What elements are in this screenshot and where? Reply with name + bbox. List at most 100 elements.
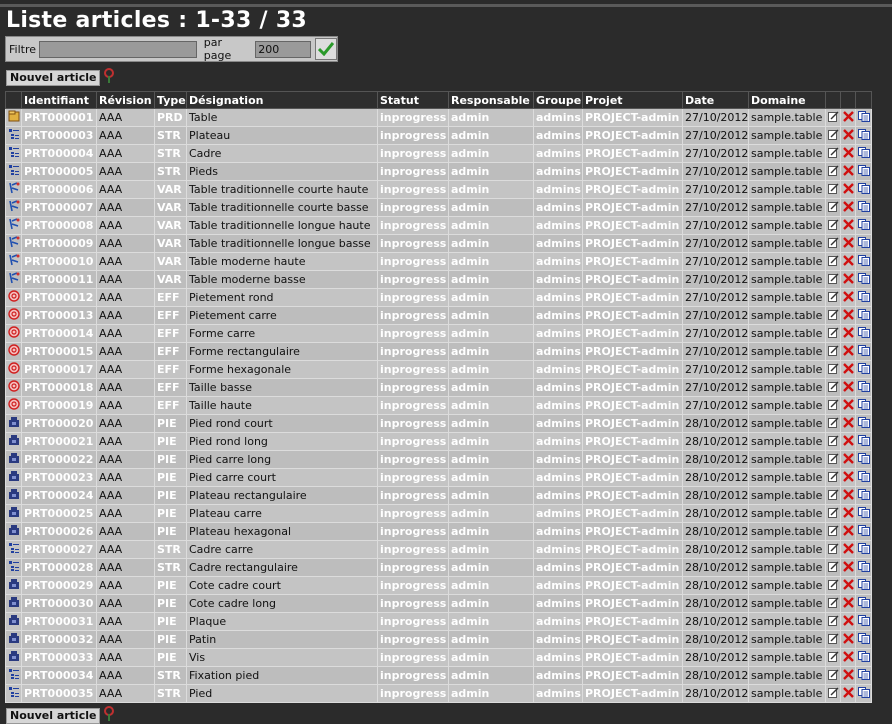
- edit-button[interactable]: [825, 198, 841, 217]
- copy-button[interactable]: [855, 630, 872, 649]
- new-article-button-top[interactable]: Nouvel article: [6, 70, 101, 86]
- copy-button[interactable]: [855, 540, 872, 559]
- copy-button[interactable]: [855, 486, 872, 505]
- delete-button[interactable]: [840, 648, 856, 667]
- identifiant-link[interactable]: PRT000029: [21, 576, 97, 595]
- identifiant-link[interactable]: PRT000025: [21, 504, 97, 523]
- edit-button[interactable]: [825, 180, 841, 199]
- copy-button[interactable]: [855, 432, 872, 451]
- edit-button[interactable]: [825, 504, 841, 523]
- copy-button[interactable]: [855, 126, 872, 145]
- delete-button[interactable]: [840, 108, 856, 127]
- delete-button[interactable]: [840, 306, 856, 325]
- delete-button[interactable]: [840, 216, 856, 235]
- delete-button[interactable]: [840, 504, 856, 523]
- filter-input[interactable]: [39, 40, 197, 58]
- identifiant-link[interactable]: PRT000019: [21, 396, 97, 415]
- copy-button[interactable]: [855, 684, 872, 703]
- edit-button[interactable]: [825, 468, 841, 487]
- edit-button[interactable]: [825, 558, 841, 577]
- edit-button[interactable]: [825, 522, 841, 541]
- identifiant-link[interactable]: PRT000008: [21, 216, 97, 235]
- delete-button[interactable]: [840, 144, 856, 163]
- edit-button[interactable]: [825, 360, 841, 379]
- delete-button[interactable]: [840, 396, 856, 415]
- copy-button[interactable]: [855, 378, 872, 397]
- identifiant-link[interactable]: PRT000020: [21, 414, 97, 433]
- delete-button[interactable]: [840, 126, 856, 145]
- identifiant-link[interactable]: PRT000011: [21, 270, 97, 289]
- identifiant-link[interactable]: PRT000003: [21, 126, 97, 145]
- delete-button[interactable]: [840, 414, 856, 433]
- delete-button[interactable]: [840, 450, 856, 469]
- identifiant-link[interactable]: PRT000012: [21, 288, 97, 307]
- edit-button[interactable]: [825, 540, 841, 559]
- identifiant-link[interactable]: PRT000035: [21, 684, 97, 703]
- identifiant-link[interactable]: PRT000034: [21, 666, 97, 685]
- delete-button[interactable]: [840, 288, 856, 307]
- edit-button[interactable]: [825, 576, 841, 595]
- help-icon[interactable]: [103, 68, 115, 84]
- identifiant-link[interactable]: PRT000006: [21, 180, 97, 199]
- per-page-input[interactable]: [255, 40, 312, 58]
- copy-button[interactable]: [855, 324, 872, 343]
- edit-button[interactable]: [825, 144, 841, 163]
- edit-button[interactable]: [825, 396, 841, 415]
- identifiant-link[interactable]: PRT000022: [21, 450, 97, 469]
- copy-button[interactable]: [855, 288, 872, 307]
- edit-button[interactable]: [825, 648, 841, 667]
- delete-button[interactable]: [840, 324, 856, 343]
- copy-button[interactable]: [855, 558, 872, 577]
- identifiant-link[interactable]: PRT000005: [21, 162, 97, 181]
- identifiant-link[interactable]: PRT000024: [21, 486, 97, 505]
- copy-button[interactable]: [855, 252, 872, 271]
- header-responsable[interactable]: Responsable: [448, 91, 534, 109]
- help-icon[interactable]: [103, 706, 115, 722]
- edit-button[interactable]: [825, 414, 841, 433]
- identifiant-link[interactable]: PRT000021: [21, 432, 97, 451]
- copy-button[interactable]: [855, 468, 872, 487]
- identifiant-link[interactable]: PRT000033: [21, 648, 97, 667]
- edit-button[interactable]: [825, 630, 841, 649]
- header-type[interactable]: Type: [154, 91, 187, 109]
- header-statut[interactable]: Statut: [377, 91, 449, 109]
- copy-button[interactable]: [855, 216, 872, 235]
- edit-button[interactable]: [825, 306, 841, 325]
- apply-filter-button[interactable]: [315, 38, 337, 60]
- identifiant-link[interactable]: PRT000013: [21, 306, 97, 325]
- identifiant-link[interactable]: PRT000028: [21, 558, 97, 577]
- header-designation[interactable]: Désignation: [186, 91, 378, 109]
- copy-button[interactable]: [855, 306, 872, 325]
- edit-button[interactable]: [825, 288, 841, 307]
- delete-button[interactable]: [840, 468, 856, 487]
- edit-button[interactable]: [825, 450, 841, 469]
- delete-button[interactable]: [840, 234, 856, 253]
- copy-button[interactable]: [855, 450, 872, 469]
- copy-button[interactable]: [855, 180, 872, 199]
- identifiant-link[interactable]: PRT000014: [21, 324, 97, 343]
- edit-button[interactable]: [825, 216, 841, 235]
- copy-button[interactable]: [855, 414, 872, 433]
- edit-button[interactable]: [825, 432, 841, 451]
- edit-button[interactable]: [825, 486, 841, 505]
- header-projet[interactable]: Projet: [582, 91, 683, 109]
- edit-button[interactable]: [825, 126, 841, 145]
- header-identifiant[interactable]: Identifiant: [21, 91, 97, 109]
- copy-button[interactable]: [855, 270, 872, 289]
- copy-button[interactable]: [855, 522, 872, 541]
- copy-button[interactable]: [855, 576, 872, 595]
- delete-button[interactable]: [840, 252, 856, 271]
- edit-button[interactable]: [825, 594, 841, 613]
- copy-button[interactable]: [855, 342, 872, 361]
- identifiant-link[interactable]: PRT000027: [21, 540, 97, 559]
- edit-button[interactable]: [825, 234, 841, 253]
- identifiant-link[interactable]: PRT000018: [21, 378, 97, 397]
- new-article-button-bottom[interactable]: Nouvel article: [6, 708, 101, 724]
- header-domaine[interactable]: Domaine: [748, 91, 826, 109]
- delete-button[interactable]: [840, 540, 856, 559]
- edit-button[interactable]: [825, 252, 841, 271]
- delete-button[interactable]: [840, 684, 856, 703]
- identifiant-link[interactable]: PRT000007: [21, 198, 97, 217]
- delete-button[interactable]: [840, 594, 856, 613]
- delete-button[interactable]: [840, 180, 856, 199]
